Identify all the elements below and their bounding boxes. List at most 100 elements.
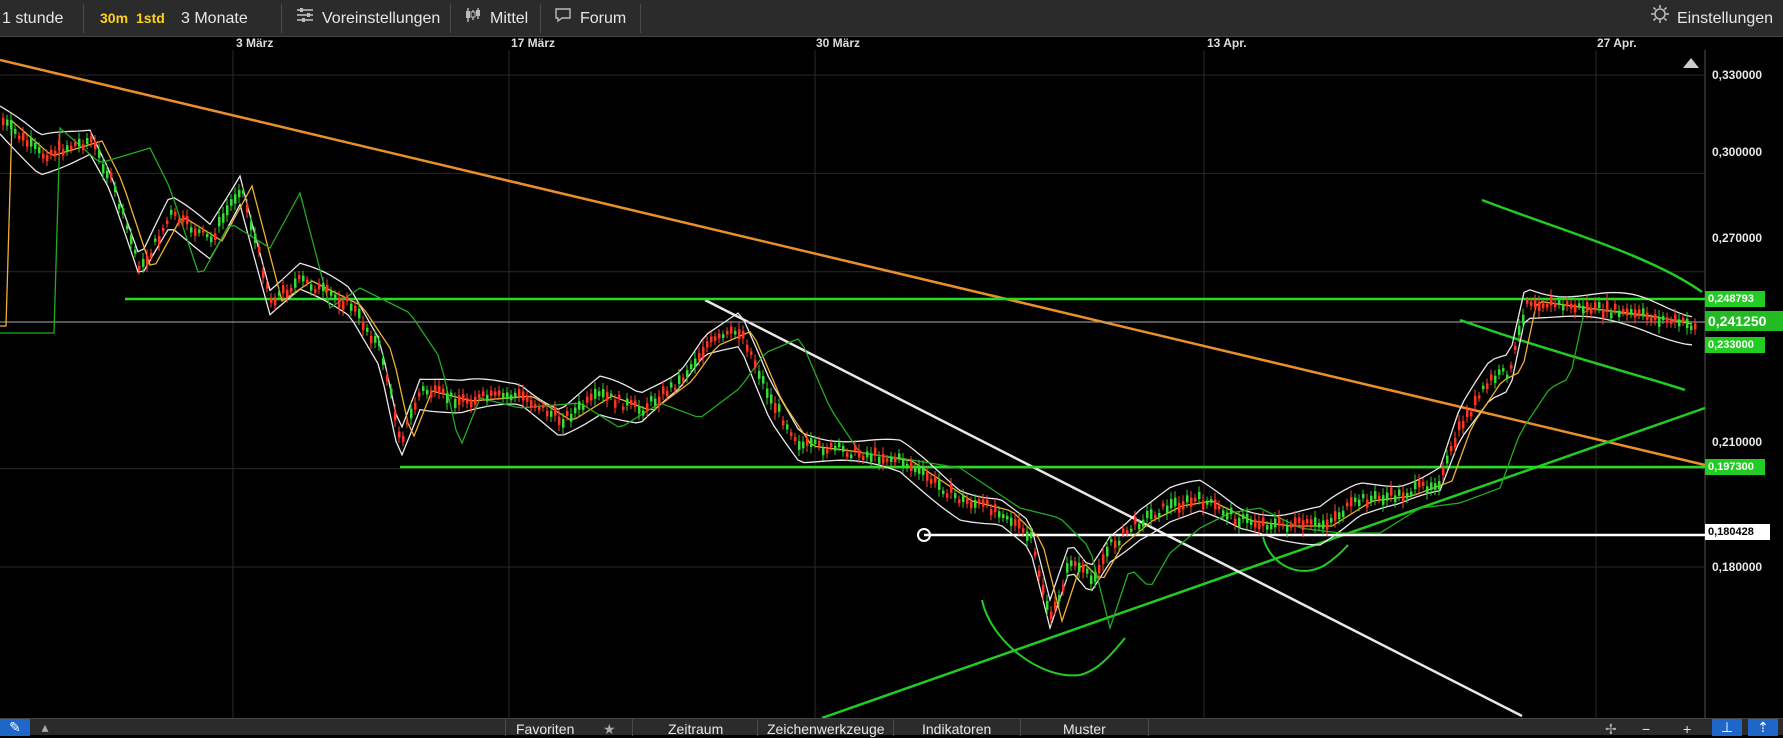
price-tag-lower-band: 0,233000	[1705, 337, 1765, 353]
candle-body	[1434, 483, 1437, 490]
candle-body	[286, 289, 289, 298]
candle-body	[166, 220, 169, 224]
candle-body	[1366, 499, 1369, 508]
candle-body	[762, 376, 765, 384]
price-tick-label: 0,270000	[1712, 231, 1763, 245]
moving-average-long	[0, 126, 1693, 631]
candle-body	[1482, 385, 1485, 390]
candle-body	[486, 394, 489, 402]
candle-body	[478, 394, 481, 398]
candle-body	[98, 149, 101, 158]
favorites-button[interactable]: Favoriten	[516, 721, 574, 738]
candle-body	[1410, 491, 1413, 496]
candle-body	[698, 353, 701, 361]
candle-body	[978, 499, 981, 505]
candle-body	[1682, 317, 1685, 322]
candle-body	[1398, 489, 1401, 496]
candle-body	[666, 390, 669, 397]
candle-body	[1074, 561, 1077, 566]
candle-body	[1250, 520, 1253, 525]
price-chart[interactable]	[0, 0, 1783, 735]
candle-body	[554, 407, 557, 416]
candle-body	[1038, 570, 1041, 577]
candle-body	[1550, 296, 1553, 306]
candle-body	[1174, 497, 1177, 507]
candle-body	[590, 393, 593, 401]
candle-body	[214, 233, 217, 241]
expand-icon[interactable]: ⇡	[1748, 719, 1778, 736]
candle-body	[570, 413, 573, 422]
candle-body	[1458, 421, 1461, 431]
candle-body	[1218, 504, 1221, 510]
candle-body	[222, 213, 225, 223]
candle-body	[510, 394, 513, 401]
candle-body	[1006, 516, 1009, 520]
fit-chart-icon[interactable]: ⊥	[1712, 719, 1742, 736]
candle-body	[1386, 492, 1389, 501]
candle-body	[1602, 309, 1605, 319]
candle-body	[358, 308, 361, 319]
candle-body	[334, 294, 337, 300]
candle-body	[682, 377, 685, 383]
candle-body	[1598, 302, 1601, 309]
candle-body	[386, 375, 389, 381]
candle-body	[1274, 518, 1277, 528]
candle-body	[174, 211, 177, 216]
candle-body	[342, 301, 345, 310]
candle-body	[1014, 519, 1017, 526]
candle-body	[514, 392, 517, 398]
pin-icon[interactable]: ✢	[1605, 721, 1617, 738]
candle-body	[442, 388, 445, 394]
candle-body	[566, 410, 569, 417]
zoom-out-icon[interactable]: −	[1642, 721, 1650, 738]
drawing-tools-button[interactable]: Zeichenwerkzeuge	[767, 721, 885, 738]
candle-body	[950, 484, 953, 493]
candle-body	[422, 386, 425, 391]
candle-body	[810, 438, 813, 447]
candle-body	[678, 375, 681, 385]
price-tag-marker: 0,180428	[1705, 524, 1770, 540]
candle-body	[994, 504, 997, 513]
hand-drawn-arc	[1262, 536, 1349, 572]
candle-body	[1054, 601, 1057, 610]
candle-body	[854, 445, 857, 451]
candle-body	[1162, 503, 1165, 507]
candle-body	[1322, 520, 1325, 529]
candle-body	[498, 390, 501, 396]
candle-body	[830, 443, 833, 447]
candle-body	[882, 454, 885, 464]
candle-body	[362, 321, 365, 330]
candle-body	[1290, 524, 1293, 528]
candle-body	[650, 396, 653, 402]
candle-body	[1314, 517, 1317, 527]
candle-body	[1350, 497, 1353, 507]
candle-body	[910, 462, 913, 472]
candle-body	[230, 199, 233, 206]
candle-body	[598, 391, 601, 397]
pencil-icon[interactable]: ✎	[0, 719, 30, 736]
candle-body	[246, 204, 249, 213]
layers-icon[interactable]: ▴	[30, 719, 60, 736]
candle-body	[1694, 323, 1697, 330]
candle-body	[1614, 303, 1617, 310]
candle-body	[894, 457, 897, 463]
candle-body	[1402, 492, 1405, 502]
home-icon	[1683, 58, 1699, 68]
candle-body	[802, 441, 805, 449]
candle-body	[134, 249, 137, 254]
zoom-in-icon[interactable]: +	[1683, 721, 1691, 738]
period-button[interactable]: Zeitraum	[668, 721, 723, 738]
candle-body	[1070, 560, 1073, 567]
candle-body	[274, 298, 277, 306]
candle-body	[1514, 345, 1517, 350]
star-icon[interactable]: ★	[603, 721, 616, 738]
patterns-button[interactable]: Muster	[1063, 721, 1106, 738]
candle-body	[186, 215, 189, 225]
candle-body	[1242, 514, 1245, 520]
candle-body	[1090, 575, 1093, 585]
candle-body	[618, 394, 621, 400]
candle-body	[838, 442, 841, 448]
indicators-button[interactable]: Indikatoren	[922, 721, 991, 738]
candle-body	[902, 459, 905, 468]
candle-body	[314, 289, 317, 293]
